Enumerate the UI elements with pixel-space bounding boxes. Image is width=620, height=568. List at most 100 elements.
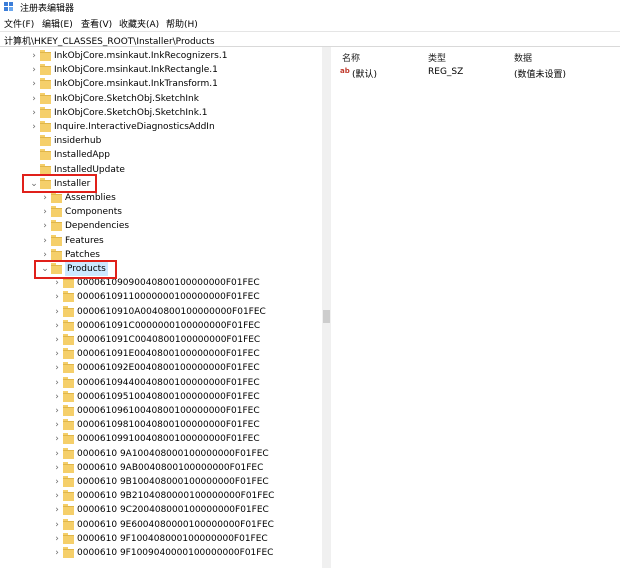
tree-node-label[interactable]: Features: [65, 234, 104, 248]
chevron-right-icon[interactable]: ›: [41, 219, 49, 233]
chevron-right-icon[interactable]: ›: [53, 518, 61, 532]
value-name[interactable]: (默认): [352, 67, 377, 80]
tree-node[interactable]: › InkObjCore.SketchObj.SketchInk.1: [0, 106, 320, 120]
column-header-data[interactable]: 数据: [514, 51, 532, 64]
chevron-right-icon[interactable]: ›: [30, 63, 38, 77]
tree-node[interactable]: › Dependencies: [0, 219, 320, 233]
tree-node-label[interactable]: 0000610 9A100408000100000000F01FEC: [77, 447, 269, 461]
menu-file[interactable]: 文件(F): [4, 17, 34, 30]
menu-edit[interactable]: 编辑(E): [42, 17, 73, 30]
tree-node[interactable]: › Features: [0, 234, 320, 248]
chevron-right-icon[interactable]: ›: [30, 92, 38, 106]
chevron-right-icon[interactable]: ›: [53, 404, 61, 418]
tree-node-label[interactable]: 00006109510040800100000000F01FEC: [77, 390, 260, 404]
tree-node[interactable]: › 0000610 9E6004080000100000000F01FEC: [0, 518, 320, 532]
tree-node[interactable]: › 000061091C0000000100000000F01FEC: [0, 319, 320, 333]
menu-favorites[interactable]: 收藏夹(A): [119, 17, 159, 30]
tree-node[interactable]: › 0000610 9F1009040000100000000F01FEC: [0, 546, 320, 560]
tree-node[interactable]: › 0000610910A0040800100000000F01FEC: [0, 305, 320, 319]
tree-node-label[interactable]: 00006109110000000100000000F01FEC: [77, 290, 260, 304]
registry-tree[interactable]: › InkObjCore.msinkaut.InkRecognizers.1 › In…: [0, 47, 323, 568]
chevron-right-icon[interactable]: ›: [30, 77, 38, 91]
tree-node-label[interactable]: Dependencies: [65, 219, 129, 233]
menu-help[interactable]: 帮助(H): [166, 17, 198, 30]
tree-node-label[interactable]: InkObjCore.msinkaut.InkRecognizers.1: [54, 49, 227, 63]
tree-node[interactable]: › 00006109510040800100000000F01FEC: [0, 390, 320, 404]
tree-scrollbar[interactable]: [322, 47, 331, 568]
tree-node-label[interactable]: 0000610910A0040800100000000F01FEC: [77, 305, 266, 319]
tree-node[interactable]: › Components: [0, 205, 320, 219]
tree-node[interactable]: › 0000610 9C200408000100000000F01FEC: [0, 503, 320, 517]
tree-node-label[interactable]: 00006109610040800100000000F01FEC: [77, 404, 260, 418]
chevron-right-icon[interactable]: ›: [53, 333, 61, 347]
tree-node[interactable]: › 00006109810040800100000000F01FEC: [0, 418, 320, 432]
chevron-right-icon[interactable]: [30, 148, 38, 162]
tree-node[interactable]: › 0000610 9A100408000100000000F01FEC: [0, 447, 320, 461]
tree-node-label[interactable]: 00006109440040800100000000F01FEC: [77, 376, 260, 390]
tree-node[interactable]: › InkObjCore.msinkaut.InkRecognizers.1: [0, 49, 320, 63]
tree-node-label[interactable]: 00006109910040800100000000F01FEC: [77, 432, 260, 446]
tree-node[interactable]: InstalledApp: [0, 148, 320, 162]
tree-node[interactable]: › 00006109440040800100000000F01FEC: [0, 376, 320, 390]
tree-node-label[interactable]: InkObjCore.msinkaut.InkTransform.1: [54, 77, 218, 91]
chevron-right-icon[interactable]: ›: [41, 205, 49, 219]
scrollbar-thumb[interactable]: [323, 310, 330, 323]
tree-node[interactable]: › 00006109110000000100000000F01FEC: [0, 290, 320, 304]
tree-node-label[interactable]: 0000610 9B100408000100000000F01FEC: [77, 475, 269, 489]
tree-node-label[interactable]: InkObjCore.SketchObj.SketchInk: [54, 92, 199, 106]
tree-node[interactable]: › Assemblies: [0, 191, 320, 205]
tree-node-label[interactable]: Inquire.InteractiveDiagnosticsAddIn: [54, 120, 215, 134]
address-bar[interactable]: 计算机\HKEY_CLASSES_ROOT\Installer\Products: [0, 31, 620, 47]
tree-node-label[interactable]: 0000610 9C200408000100000000F01FEC: [77, 503, 269, 517]
chevron-right-icon[interactable]: ›: [53, 305, 61, 319]
chevron-right-icon[interactable]: ›: [53, 432, 61, 446]
chevron-right-icon[interactable]: ›: [53, 347, 61, 361]
chevron-right-icon[interactable]: ›: [53, 319, 61, 333]
chevron-right-icon[interactable]: ›: [53, 461, 61, 475]
tree-node[interactable]: › 00006109610040800100000000F01FEC: [0, 404, 320, 418]
tree-node[interactable]: › 000061091C0040800100000000F01FEC: [0, 333, 320, 347]
tree-node-label[interactable]: 000061092E0040800100000000F01FEC: [77, 361, 260, 375]
chevron-right-icon[interactable]: ›: [53, 532, 61, 546]
chevron-right-icon[interactable]: ›: [53, 546, 61, 560]
tree-node-label[interactable]: insiderhub: [54, 134, 101, 148]
chevron-right-icon[interactable]: ›: [53, 503, 61, 517]
tree-node-label[interactable]: 000061091C0040800100000000F01FEC: [77, 333, 260, 347]
chevron-right-icon[interactable]: ›: [30, 106, 38, 120]
tree-node-label[interactable]: Components: [65, 205, 122, 219]
tree-node-label[interactable]: 0000610 9AB0040800100000000F01FEC: [77, 461, 263, 475]
chevron-right-icon[interactable]: ›: [53, 376, 61, 390]
tree-node[interactable]: › 0000610 9AB0040800100000000F01FEC: [0, 461, 320, 475]
menu-view[interactable]: 查看(V): [81, 17, 112, 30]
tree-node-label[interactable]: InkObjCore.msinkaut.InkRectangle.1: [54, 63, 218, 77]
chevron-right-icon[interactable]: [30, 134, 38, 148]
tree-node-label[interactable]: Assemblies: [65, 191, 116, 205]
tree-node[interactable]: › 0000610 9B100408000100000000F01FEC: [0, 475, 320, 489]
tree-node-label[interactable]: 000061091E0040800100000000F01FEC: [77, 347, 260, 361]
chevron-right-icon[interactable]: ›: [53, 290, 61, 304]
column-header-type[interactable]: 类型: [428, 51, 446, 64]
chevron-right-icon[interactable]: ›: [53, 475, 61, 489]
chevron-right-icon[interactable]: ›: [53, 447, 61, 461]
chevron-right-icon[interactable]: ›: [30, 49, 38, 63]
chevron-right-icon[interactable]: ›: [53, 418, 61, 432]
tree-node[interactable]: › InkObjCore.msinkaut.InkTransform.1: [0, 77, 320, 91]
tree-node-label[interactable]: 0000610 9B2104080000100000000F01FEC: [77, 489, 274, 503]
tree-node[interactable]: › 0000610 9B2104080000100000000F01FEC: [0, 489, 320, 503]
tree-node[interactable]: › InkObjCore.msinkaut.InkRectangle.1: [0, 63, 320, 77]
chevron-right-icon[interactable]: ›: [30, 120, 38, 134]
tree-node-label[interactable]: 00006109810040800100000000F01FEC: [77, 418, 260, 432]
tree-node-label[interactable]: 0000610 9F1009040000100000000F01FEC: [77, 546, 273, 560]
chevron-right-icon[interactable]: ›: [53, 390, 61, 404]
column-header-name[interactable]: 名称: [342, 51, 360, 64]
tree-node[interactable]: insiderhub: [0, 134, 320, 148]
tree-node[interactable]: › 0000610 9F100408000100000000F01FEC: [0, 532, 320, 546]
tree-node[interactable]: › 000061092E0040800100000000F01FEC: [0, 361, 320, 375]
tree-node[interactable]: › 000061091E0040800100000000F01FEC: [0, 347, 320, 361]
tree-node[interactable]: › 00006109910040800100000000F01FEC: [0, 432, 320, 446]
tree-node-label[interactable]: 0000610 9E6004080000100000000F01FEC: [77, 518, 274, 532]
tree-node-label[interactable]: 0000610 9F100408000100000000F01FEC: [77, 532, 268, 546]
address-path[interactable]: 计算机\HKEY_CLASSES_ROOT\Installer\Products: [4, 34, 215, 47]
tree-node-label[interactable]: InkObjCore.SketchObj.SketchInk.1: [54, 106, 208, 120]
tree-node-label[interactable]: InstalledApp: [54, 148, 110, 162]
